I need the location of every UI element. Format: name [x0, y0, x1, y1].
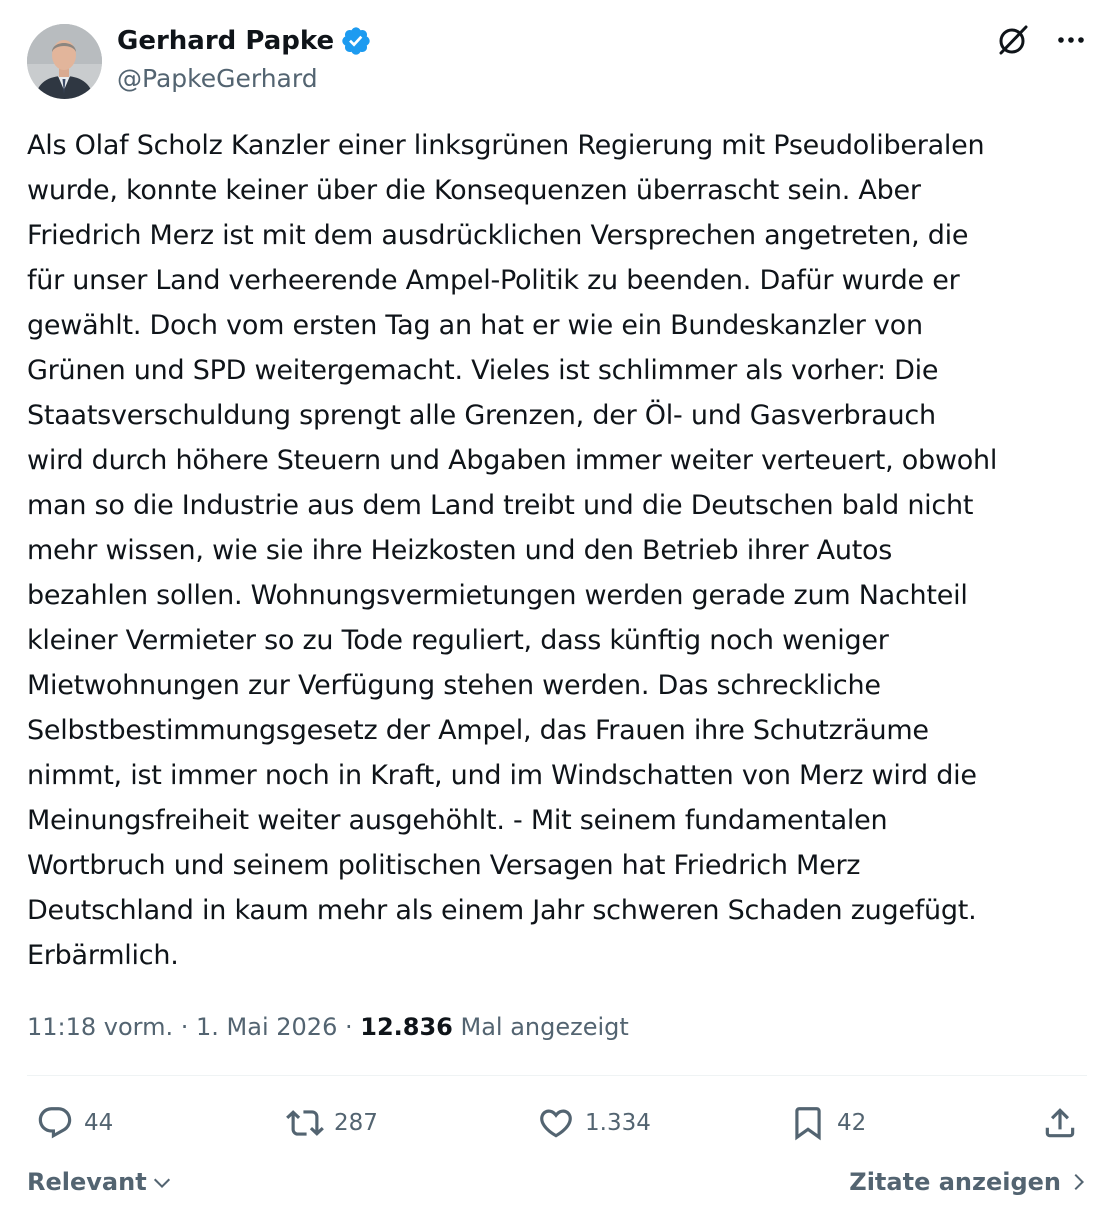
- share-icon: [1045, 1108, 1075, 1138]
- like-count: 1.334: [585, 1110, 651, 1136]
- views-label: Mal angezeigt: [452, 1013, 629, 1041]
- views-count: 12.836: [360, 1013, 453, 1041]
- top-actions: [995, 22, 1089, 58]
- tweet-time[interactable]: 11:18 vorm.: [27, 1013, 173, 1041]
- repost-button[interactable]: 287: [286, 1098, 378, 1148]
- tweet-date[interactable]: 1. Mai 2026: [196, 1013, 337, 1041]
- heart-icon: [540, 1109, 572, 1138]
- sort-dropdown[interactable]: Relevant: [27, 1162, 173, 1202]
- bookmark-count: 42: [837, 1110, 867, 1136]
- reply-icon: [38, 1107, 72, 1139]
- action-bar: 44 287 1.334 42: [0, 1098, 1113, 1148]
- bookmark-button[interactable]: 42: [789, 1098, 866, 1148]
- avatar-portrait: [27, 24, 102, 99]
- verified-badge-icon: [342, 27, 370, 55]
- meta-separator: ·: [337, 1013, 361, 1041]
- sort-label: Relevant: [27, 1168, 147, 1196]
- like-button[interactable]: 1.334: [537, 1098, 651, 1148]
- meta-separator: ·: [173, 1013, 197, 1041]
- author-name[interactable]: Gerhard Papke: [117, 24, 372, 58]
- bookmark-icon: [795, 1107, 821, 1141]
- quotes-label: Zitate anzeigen: [849, 1168, 1061, 1196]
- chevron-right-icon: [1074, 1173, 1085, 1191]
- view-quotes-link[interactable]: Zitate anzeigen: [849, 1162, 1089, 1202]
- author-handle[interactable]: @PapkeGerhard: [117, 62, 318, 96]
- author-name-text[interactable]: Gerhard Papke: [117, 24, 334, 58]
- repost-count: 287: [334, 1110, 378, 1136]
- tweet-footer: Relevant Zitate anzeigen: [27, 1162, 1089, 1202]
- tweet-text: Als Olaf Scholz Kanzler einer linksgrüne…: [27, 130, 998, 971]
- reply-count: 44: [84, 1110, 114, 1136]
- repost-icon: [286, 1110, 324, 1136]
- grok-icon[interactable]: [995, 22, 1031, 58]
- avatar[interactable]: [27, 24, 102, 99]
- more-horizontal-icon[interactable]: [1053, 22, 1089, 58]
- reply-button[interactable]: 44: [36, 1098, 113, 1148]
- chevron-down-icon: [153, 1178, 170, 1189]
- divider: [27, 1075, 1087, 1076]
- share-button[interactable]: [1041, 1098, 1079, 1148]
- tweet-meta: 11:18 vorm. · 1. Mai 2026 · 12.836 Mal a…: [27, 1009, 629, 1045]
